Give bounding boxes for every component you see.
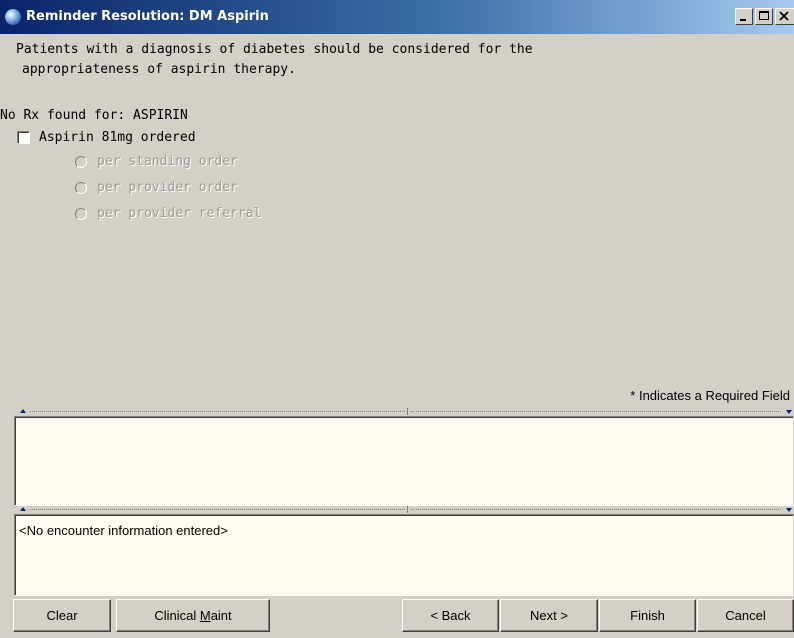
minimize-button[interactable] (735, 8, 753, 25)
radio-label: per provider order (97, 180, 238, 195)
close-icon (779, 11, 789, 21)
radio-button-icon (75, 208, 87, 220)
back-button[interactable]: < Back (402, 599, 499, 632)
splitter-up-arrow-icon[interactable] (20, 409, 26, 413)
aspirin-ordered-checkbox[interactable] (17, 131, 30, 144)
splitter-down-arrow-icon[interactable] (786, 508, 792, 512)
no-rx-text: No Rx found for: ASPIRIN (0, 108, 188, 123)
description-line-2: appropriateness of aspirin therapy. (22, 62, 296, 77)
title-bar[interactable]: Reminder Resolution: DM Aspirin (0, 0, 794, 34)
splitter-divider (407, 408, 408, 415)
radio-label: per standing order (97, 154, 238, 169)
radio-label: per provider referral (97, 206, 262, 221)
finish-button[interactable]: Finish (599, 599, 696, 632)
radio-button-icon (75, 182, 87, 194)
clinical-maint-accelerator: M (199, 608, 211, 623)
text-preview-pane[interactable] (14, 416, 794, 506)
splitter-top[interactable] (0, 408, 794, 416)
window-title: Reminder Resolution: DM Aspirin (26, 9, 269, 24)
splitter-divider (407, 506, 408, 513)
reminder-dialog-window: Reminder Resolution: DM Aspirin Patients… (0, 0, 794, 638)
clinical-maint-button[interactable]: Clinical Maint (116, 599, 270, 632)
next-button[interactable]: Next > (500, 599, 598, 632)
description-line-1: Patients with a diagnosis of diabetes sh… (16, 42, 533, 57)
required-field-note: * Indicates a Required Field (630, 388, 790, 403)
splitter-grip (411, 509, 781, 510)
splitter-grip (411, 411, 781, 412)
minimize-icon (740, 19, 746, 21)
encounter-info-pane[interactable]: <No encounter information entered> (14, 514, 794, 596)
resolution-content: Patients with a diagnosis of diabetes sh… (0, 34, 794, 408)
splitter-bottom[interactable] (0, 506, 794, 514)
close-button[interactable] (775, 8, 794, 25)
splitter-grip (30, 411, 405, 412)
cancel-button[interactable]: Cancel (697, 599, 794, 632)
aspirin-ordered-label[interactable]: Aspirin 81mg ordered (39, 130, 196, 145)
encounter-info-text: <No encounter information entered> (19, 523, 228, 538)
splitter-down-arrow-icon[interactable] (786, 410, 792, 414)
splitter-up-arrow-icon[interactable] (20, 507, 26, 511)
app-globe-icon (5, 9, 21, 25)
maximize-button[interactable] (755, 8, 773, 25)
radio-button-icon (75, 156, 87, 168)
clear-button[interactable]: Clear (13, 599, 111, 632)
clinical-maint-label-prefix: Clinical (154, 608, 200, 623)
maximize-icon (759, 11, 769, 20)
splitter-grip (30, 509, 405, 510)
clinical-maint-label-suffix: aint (210, 608, 232, 623)
